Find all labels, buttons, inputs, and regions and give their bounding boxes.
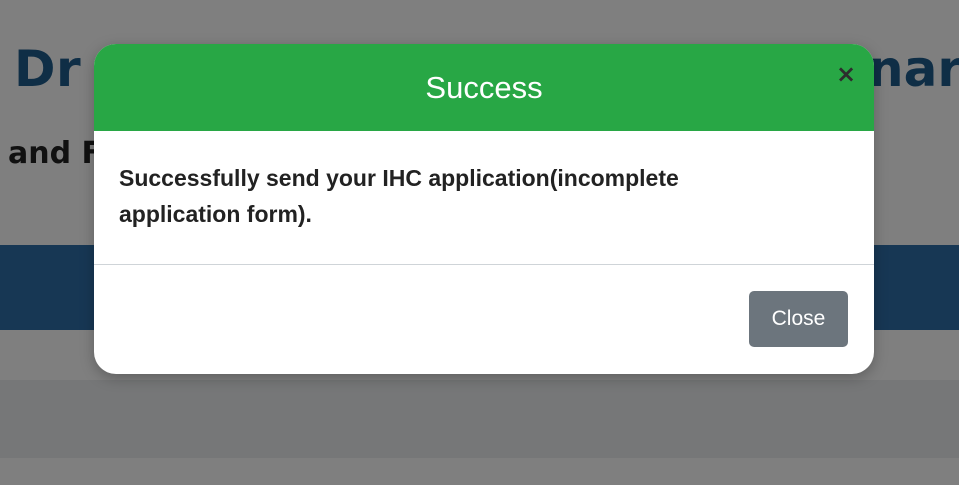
modal-body: Successfully send your IHC application(i…: [94, 131, 874, 265]
page: Dr nar and F Success × Successfully send…: [0, 0, 959, 485]
success-modal: Success × Successfully send your IHC app…: [94, 44, 874, 374]
modal-message: Successfully send your IHC application(i…: [119, 165, 679, 227]
modal-title: Success: [425, 69, 543, 105]
close-button[interactable]: Close: [749, 291, 848, 347]
modal-footer: Close: [94, 265, 874, 374]
modal-header: Success ×: [94, 44, 874, 131]
close-icon[interactable]: ×: [836, 62, 856, 86]
